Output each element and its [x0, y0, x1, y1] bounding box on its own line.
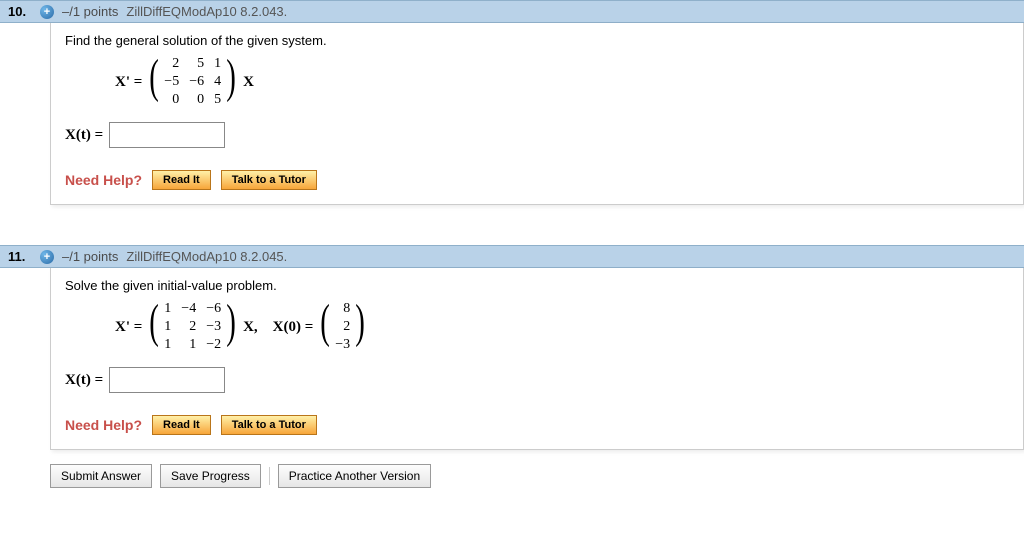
expand-icon[interactable]: +	[40, 250, 54, 264]
left-paren-icon: (	[150, 56, 160, 108]
talk-tutor-button[interactable]: Talk to a Tutor	[221, 170, 317, 190]
answer-label: X(t) =	[65, 372, 103, 389]
coefficient-matrix: ( 2 5 1 −5 −6 4 0 0 5 )	[146, 56, 239, 108]
coefficient-matrix: ( 1 −4 −6 1 2 −3 1 1 −2 )	[146, 301, 239, 353]
need-help-label: Need Help?	[65, 417, 142, 433]
equation-row: X' = ( 1 −4 −6 1 2 −3 1 1 −2 ) X, X(0) =	[115, 301, 1009, 353]
question-prompt: Solve the given initial-value problem.	[65, 278, 1009, 293]
answer-input[interactable]	[109, 367, 225, 393]
question-number: 10.	[8, 4, 32, 19]
expand-icon[interactable]: +	[40, 5, 54, 19]
source-label: ZillDiffEQModAp10 8.2.043.	[126, 4, 287, 19]
question-header: 11. + –/1 points ZillDiffEQModAp10 8.2.0…	[0, 245, 1024, 268]
answer-row: X(t) =	[65, 367, 1009, 393]
initial-condition-label: X, X(0) =	[243, 319, 313, 336]
read-it-button[interactable]: Read It	[152, 415, 211, 435]
question-11: 11. + –/1 points ZillDiffEQModAp10 8.2.0…	[0, 245, 1024, 488]
answer-row: X(t) =	[65, 122, 1009, 148]
left-paren-icon: (	[150, 301, 160, 353]
answer-label: X(t) =	[65, 127, 103, 144]
equation-row: X' = ( 2 5 1 −5 −6 4 0 0 5 ) X	[115, 56, 1009, 108]
initial-vector: ( 8 2 −3 )	[317, 301, 368, 353]
help-row: Need Help? Read It Talk to a Tutor	[65, 409, 1009, 435]
points-label: –/1 points	[62, 249, 118, 264]
divider-icon	[269, 467, 270, 485]
source-label: ZillDiffEQModAp10 8.2.045.	[126, 249, 287, 264]
need-help-label: Need Help?	[65, 172, 142, 188]
practice-another-button[interactable]: Practice Another Version	[278, 464, 431, 488]
save-progress-button[interactable]: Save Progress	[160, 464, 261, 488]
talk-tutor-button[interactable]: Talk to a Tutor	[221, 415, 317, 435]
read-it-button[interactable]: Read It	[152, 170, 211, 190]
answer-input[interactable]	[109, 122, 225, 148]
question-number: 11.	[8, 249, 32, 264]
points-label: –/1 points	[62, 4, 118, 19]
x-prime-label: X' =	[115, 74, 142, 91]
submit-answer-button[interactable]: Submit Answer	[50, 464, 152, 488]
x-label: X	[243, 74, 254, 91]
action-row: Submit Answer Save Progress Practice Ano…	[50, 464, 1024, 488]
right-paren-icon: )	[226, 56, 236, 108]
question-prompt: Find the general solution of the given s…	[65, 33, 1009, 48]
right-paren-icon: )	[226, 301, 236, 353]
x-prime-label: X' =	[115, 319, 142, 336]
question-header: 10. + –/1 points ZillDiffEQModAp10 8.2.0…	[0, 0, 1024, 23]
right-paren-icon: )	[355, 301, 365, 353]
help-row: Need Help? Read It Talk to a Tutor	[65, 164, 1009, 190]
left-paren-icon: (	[320, 301, 330, 353]
question-body: Find the general solution of the given s…	[50, 23, 1024, 205]
question-body: Solve the given initial-value problem. X…	[50, 268, 1024, 450]
question-10: 10. + –/1 points ZillDiffEQModAp10 8.2.0…	[0, 0, 1024, 205]
